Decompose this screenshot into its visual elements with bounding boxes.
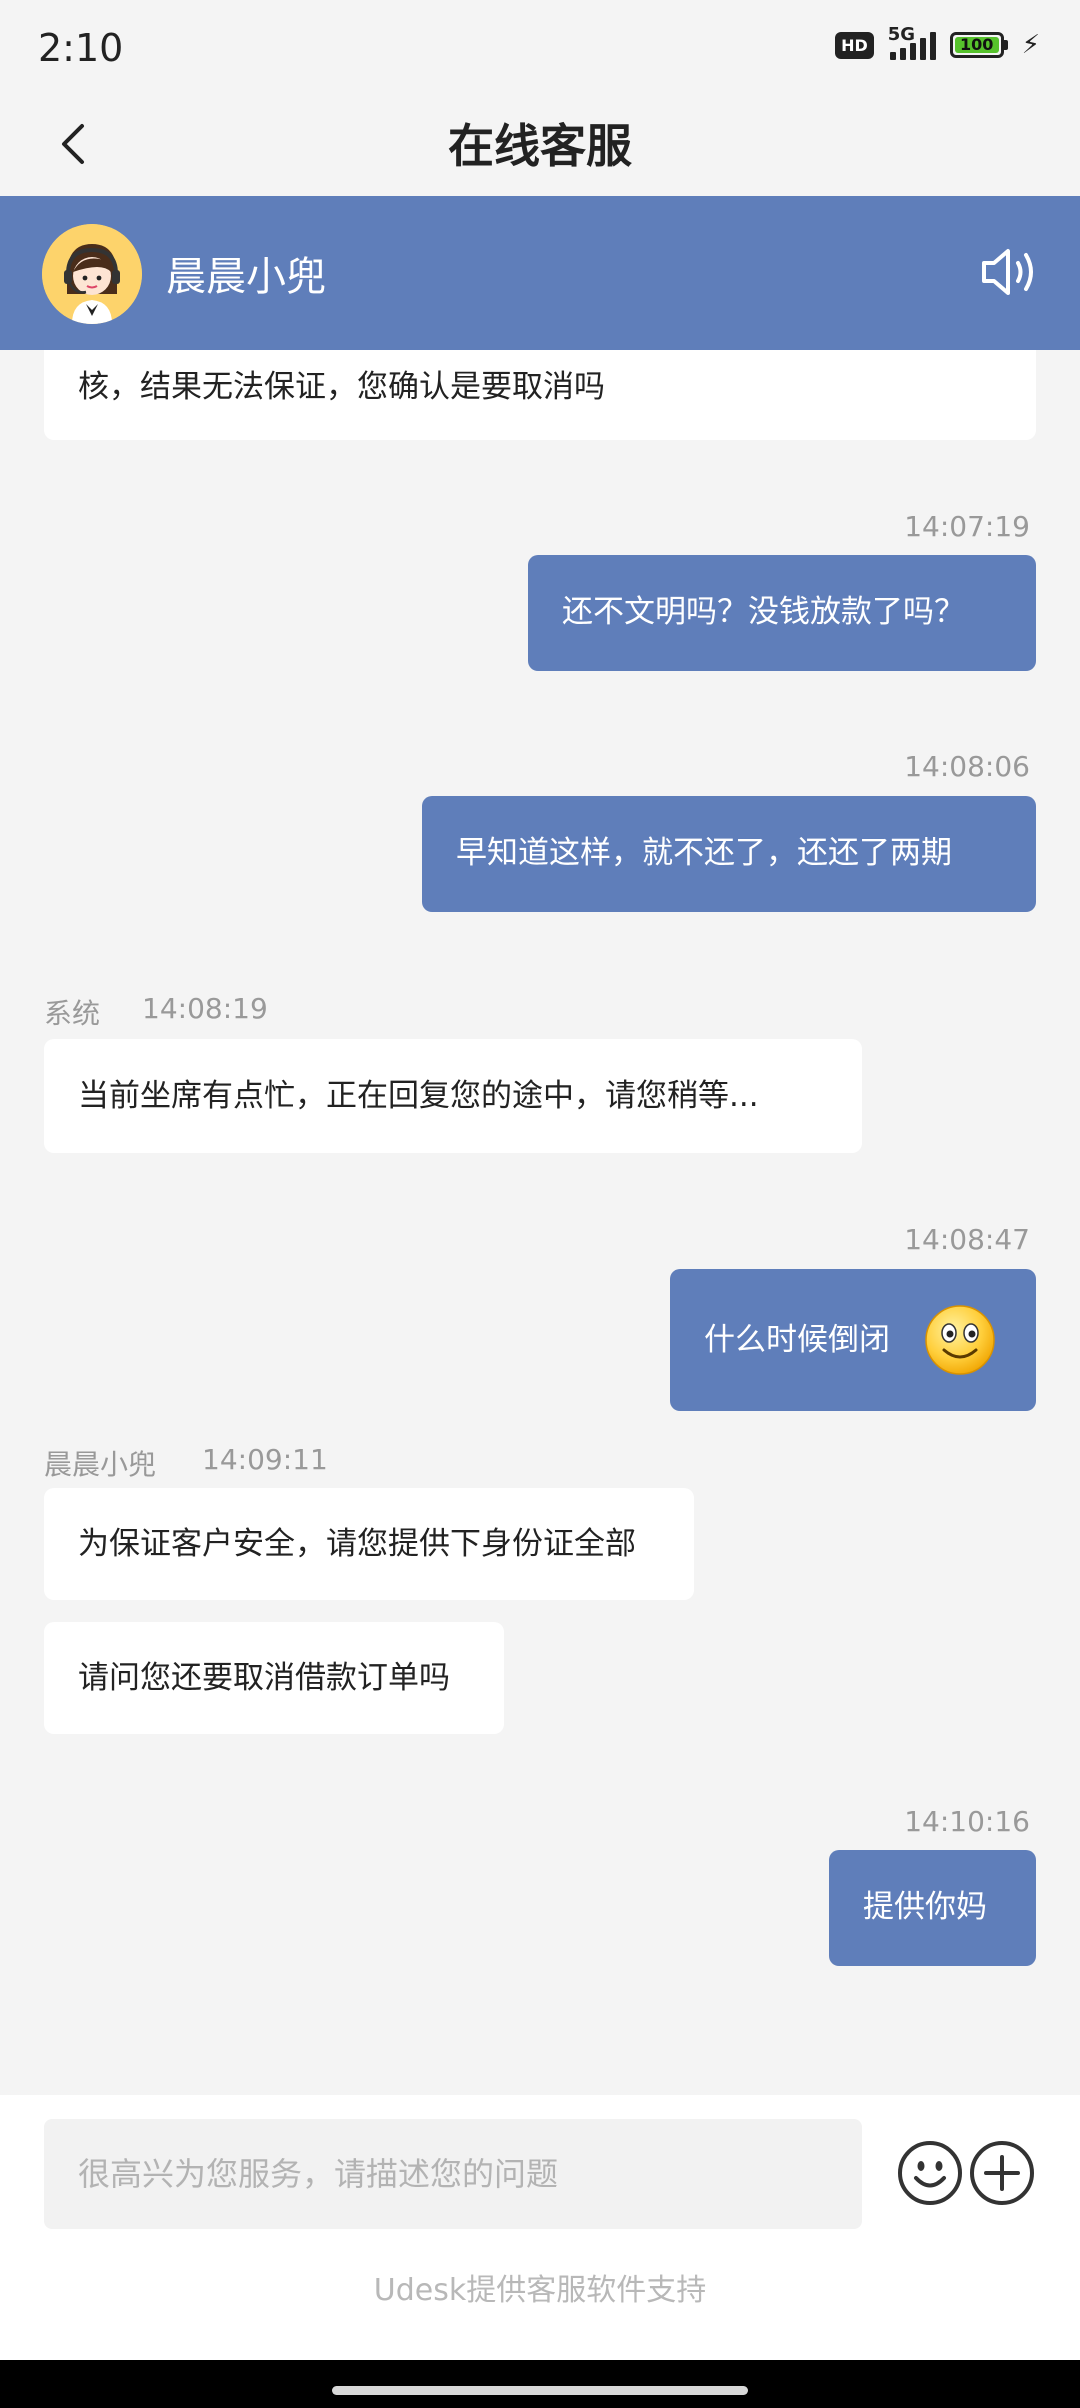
message-text: 当前坐席有点忙，正在回复您的途中，请您稍等... — [78, 1078, 759, 1114]
signal-icon: 5G — [888, 24, 936, 60]
smiley-emoji-icon — [925, 1305, 995, 1375]
battery-icon: 100 — [949, 32, 1008, 58]
message-text: 核，结果无法保证，您确认是要取消吗 — [78, 369, 605, 405]
message-bubble-user: 早知道这样，就不还了，还还了两期 — [422, 796, 1036, 912]
message-timestamp: 14:09:11 — [202, 1443, 328, 1476]
message-bubble-user: 提供你妈 — [829, 1850, 1036, 1966]
message-timestamp: 14:10:16 — [904, 1805, 1030, 1838]
emoji-icon[interactable] — [896, 2139, 964, 2207]
battery-level: 100 — [954, 37, 999, 53]
agent-avatar — [42, 224, 142, 324]
message-text: 还不文明吗？没钱放款了吗？ — [562, 594, 965, 630]
message-text: 为保证客户安全，请您提供下身份证全部 — [78, 1526, 636, 1562]
system-nav-bar — [0, 2360, 1080, 2408]
add-attachment-icon[interactable] — [968, 2139, 1036, 2207]
network-type: 5G — [887, 24, 916, 45]
message-bubble-user: 还不文明吗？没钱放款了吗？ — [528, 555, 1036, 671]
message-text: 请问您还要取消借款订单吗 — [78, 1660, 450, 1696]
top-bar: 在线客服 — [0, 96, 1080, 196]
message-bubble-agent: 请问您还要取消借款订单吗 — [44, 1622, 504, 1734]
message-timestamp: 14:08:47 — [904, 1223, 1030, 1256]
chat-area[interactable]: …… 核，结果无法保证，您确认是要取消吗 14:07:19 还不文明吗？没钱放款… — [0, 350, 1080, 2095]
message-text: 早知道这样，就不还了，还还了两期 — [456, 835, 952, 871]
message-bubble-system: 当前坐席有点忙，正在回复您的途中，请您稍等... — [44, 1039, 862, 1153]
message-bubble-agent: 为保证客户安全，请您提供下身份证全部 — [44, 1488, 694, 1600]
page-title: 在线客服 — [448, 119, 632, 173]
message-bubble-agent: …… 核，结果无法保证，您确认是要取消吗 — [44, 350, 1036, 440]
powered-by-text: Udesk提供客服软件支持 — [373, 2273, 707, 2308]
agent-name: 晨晨小兜 — [166, 254, 326, 300]
message-bubble-user: 什么时候倒闭 — [670, 1269, 1036, 1411]
charging-icon: ⚡ — [1021, 30, 1040, 60]
message-timestamp: 14:08:06 — [904, 750, 1030, 783]
message-text: 提供你妈 — [863, 1889, 987, 1925]
status-time: 2:10 — [38, 26, 124, 70]
message-timestamp: 14:08:19 — [142, 992, 268, 1025]
message-input[interactable]: 很高兴为您服务，请描述您的问题 — [44, 2119, 862, 2229]
home-indicator[interactable] — [332, 2386, 748, 2395]
status-bar: 2:10 HD 5G 100 ⚡ — [0, 0, 1080, 96]
speaker-icon[interactable] — [978, 244, 1040, 300]
message-sender-agent: 晨晨小兜 — [44, 1448, 157, 1481]
status-icons: HD 5G 100 ⚡ — [835, 24, 1040, 60]
message-text: 什么时候倒闭 — [704, 1322, 890, 1358]
message-timestamp: 14:07:19 — [904, 510, 1030, 543]
agent-bar: 晨晨小兜 — [0, 196, 1080, 350]
hd-icon: HD — [835, 31, 874, 59]
input-bar: 很高兴为您服务，请描述您的问题 Udesk提供客服软件支持 — [0, 2095, 1080, 2360]
message-sender-system: 系统 — [44, 997, 101, 1030]
